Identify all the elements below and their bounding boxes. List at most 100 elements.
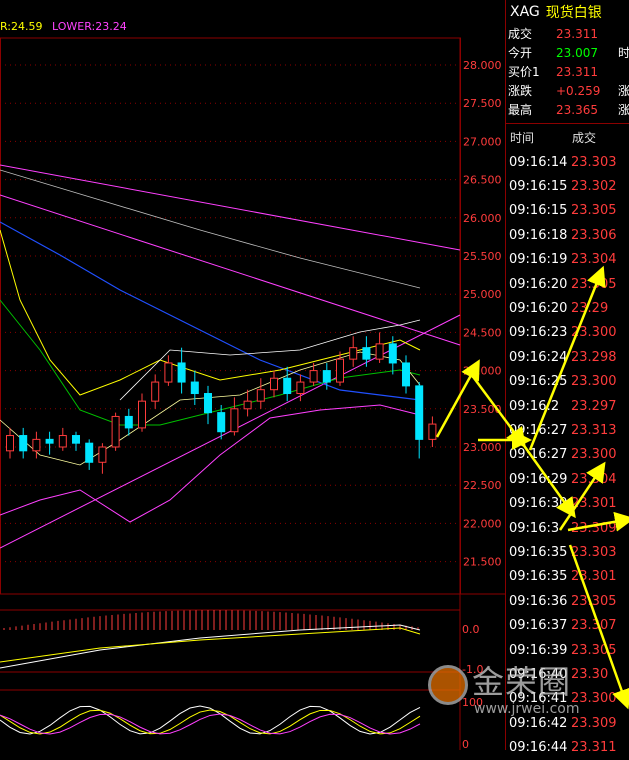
tick-time: 09:16:23 <box>509 325 568 341</box>
tick-time: 09:16:27 <box>509 447 568 463</box>
candle-body <box>85 442 94 463</box>
tick-time: 09:16:15 <box>509 179 568 195</box>
watermark-logo-icon <box>428 665 468 705</box>
tick-row[interactable]: 09:16:27 23.313 <box>506 418 629 442</box>
candle-body <box>151 381 160 402</box>
y-tick-label: 23.000 <box>463 441 502 454</box>
quote-label: 最高 <box>508 103 533 117</box>
y-tick-label: 22.000 <box>463 517 502 530</box>
tick-price: 23.300 <box>571 374 617 390</box>
quote-label: 成交 <box>508 27 533 41</box>
tick-row[interactable]: 09:16:20 23.29 <box>506 296 629 320</box>
candle-body <box>45 438 54 444</box>
tick-price: 23.303 <box>571 544 617 560</box>
tick-header-time: 时间 <box>510 130 535 145</box>
quote-side-char: 涨 <box>617 103 629 117</box>
tick-price: 23.304 <box>571 471 617 487</box>
tick-price: 23.301 <box>571 569 617 585</box>
tick-row[interactable]: 09:16:35 23.301 <box>506 565 629 589</box>
quote-rows: 成交 23.311 今开 23.007 时买价1 23.311 涨跌 +0.259 涨最高 23.… <box>506 24 629 119</box>
candle-body <box>256 389 265 402</box>
candle-body <box>402 362 410 387</box>
candle-body <box>283 377 292 395</box>
tick-time: 09:16:20 <box>509 301 568 317</box>
candle-body <box>190 381 199 395</box>
tick-time: 09:16:20 <box>509 276 568 292</box>
candle-body <box>124 415 133 429</box>
candle-body <box>204 393 212 414</box>
tick-price: 23.29 <box>571 301 609 317</box>
y-tick-label: 27.000 <box>463 135 502 148</box>
quote-side-char: 涨 <box>617 84 629 98</box>
tick-row[interactable]: 09:16:29 23.304 <box>506 467 629 491</box>
tick-price: 23.306 <box>571 227 617 243</box>
tick-row[interactable]: 09:16:19 23.304 <box>506 248 629 272</box>
tick-time: 09:16:27 <box>509 422 568 438</box>
candle-body <box>230 408 239 433</box>
tick-time: 09:16:18 <box>509 227 568 243</box>
candle-body <box>270 377 278 391</box>
quote-row: 成交 23.311 <box>506 24 629 43</box>
quote-row: 买价1 23.311 <box>506 62 629 81</box>
sub2-tick-label: 0 <box>462 738 469 750</box>
tick-price: 23.298 <box>571 349 617 365</box>
y-tick-label: 22.500 <box>463 479 502 492</box>
lower-band-label: LOWER:23.24 <box>52 20 127 33</box>
y-tick-label: 23.500 <box>463 403 502 416</box>
candle-body <box>309 370 318 383</box>
sub1-tick-label: 0.0 <box>462 623 480 636</box>
tick-price: 23.302 <box>571 179 617 195</box>
tick-header: 时间 成交 <box>506 124 629 150</box>
tick-row[interactable]: 09:16:27 23.300 <box>506 443 629 467</box>
tick-row[interactable]: 09:16:24 23.298 <box>506 345 629 369</box>
y-tick-label: 28.000 <box>463 59 502 72</box>
tick-price: 23.305 <box>571 276 617 292</box>
quote-row: 最高 23.365 涨 <box>506 100 629 119</box>
tick-row[interactable]: 09:16:3 23.309 <box>506 516 629 540</box>
tick-row[interactable]: 09:16:36 23.305 <box>506 589 629 613</box>
tick-row[interactable]: 09:16:15 23.302 <box>506 174 629 198</box>
candle-body <box>19 435 28 452</box>
watermark-url: www.jrwei.com <box>474 701 580 717</box>
tick-price: 23.301 <box>571 496 617 512</box>
tick-price: 23.297 <box>571 398 617 414</box>
y-tick-label: 25.500 <box>463 250 502 263</box>
tick-price: 23.304 <box>571 252 617 268</box>
kline-chart-area[interactable]: 28.000 27.500 27.000 26.500 26.000 25.500 25.0… <box>0 0 505 750</box>
candle-body <box>177 362 186 383</box>
tick-row[interactable]: 09:16:44 23.311 <box>506 735 629 759</box>
tick-row[interactable]: 09:16:35 23.303 <box>506 540 629 564</box>
quote-row: 涨跌 +0.259 涨 <box>506 81 629 100</box>
tick-row[interactable]: 09:16:18 23.306 <box>506 223 629 247</box>
tick-time: 09:16:44 <box>509 740 568 756</box>
tick-row[interactable]: 09:16:2 23.297 <box>506 394 629 418</box>
tick-price: 23.313 <box>571 422 617 438</box>
tick-time: 09:16:35 <box>509 544 568 560</box>
quote-panel: XAG 现货白银 成交 23.311 今开 23.007 时买价1 23.311 涨跌 +0.… <box>505 0 629 755</box>
tick-row[interactable]: 09:16:37 23.307 <box>506 613 629 637</box>
tick-row[interactable]: 09:16:23 23.300 <box>506 321 629 345</box>
y-tick-label: 21.500 <box>463 556 502 569</box>
tick-price: 23.300 <box>571 325 617 341</box>
tick-price: 23.311 <box>571 740 617 756</box>
tick-time: 09:16:15 <box>509 203 568 219</box>
candle-body <box>243 400 252 410</box>
tick-row[interactable]: 09:16:25 23.300 <box>506 370 629 394</box>
tick-row[interactable]: 09:16:14 23.303 <box>506 150 629 174</box>
boll-lower <box>0 404 421 523</box>
ma-gray <box>0 169 421 289</box>
tick-row[interactable]: 09:16:15 23.305 <box>506 199 629 223</box>
tick-row[interactable]: 09:16:20 23.305 <box>506 272 629 296</box>
kline-chart-svg[interactable]: 28.000 27.500 27.000 26.500 26.000 25.500 25.0… <box>0 0 505 750</box>
bollinger-legend: R:24.59 LOWER:23.24 <box>0 20 127 33</box>
tick-price: 23.305 <box>571 593 617 609</box>
tick-price: 23.309 <box>571 520 617 536</box>
tick-row[interactable]: 09:16:30 23.301 <box>506 491 629 515</box>
quote-label: 涨跌 <box>508 84 533 98</box>
candle-body <box>138 400 146 429</box>
candle-body <box>296 381 305 395</box>
tick-time: 09:16:35 <box>509 569 568 585</box>
quote-label: 今开 <box>508 46 533 60</box>
candle-body <box>336 358 344 383</box>
y-tick-label: 24.000 <box>463 365 502 378</box>
